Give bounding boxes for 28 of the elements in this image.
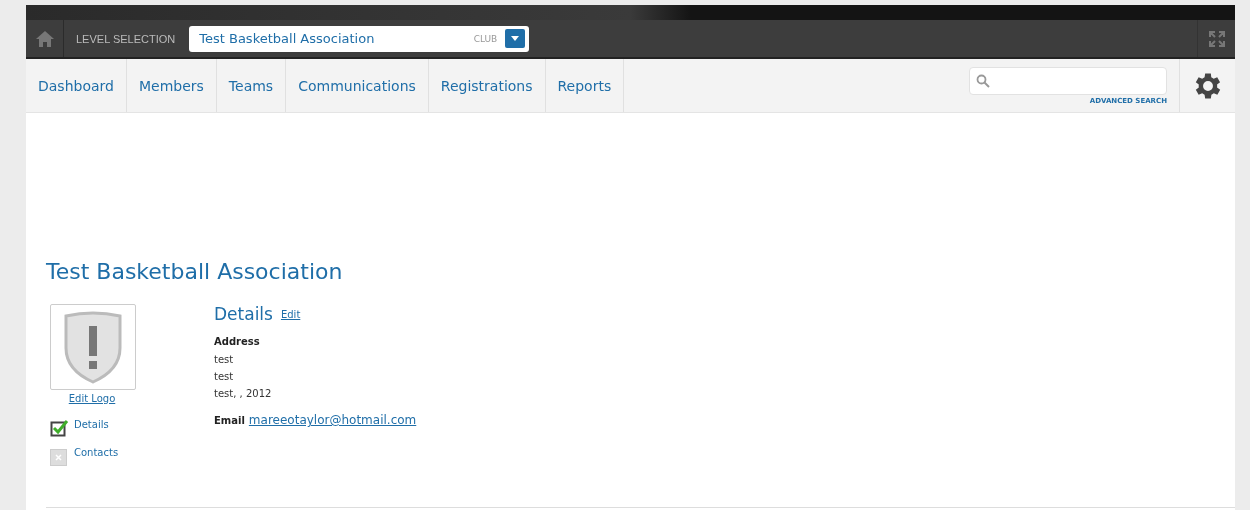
home-icon bbox=[34, 29, 55, 48]
shield-warning-icon bbox=[62, 310, 124, 384]
nav-tab[interactable]: Registrations bbox=[428, 59, 546, 112]
address-label: Address bbox=[214, 336, 261, 347]
nav-tab[interactable]: Members bbox=[126, 59, 217, 112]
level-select[interactable]: Test Basketball Association CLUB bbox=[189, 25, 530, 52]
edit-logo-link[interactable]: Edit Logo bbox=[68, 393, 116, 404]
checklist-item[interactable]: Details bbox=[74, 419, 109, 430]
nav-tab[interactable]: Communications bbox=[286, 59, 429, 112]
checklist-item[interactable]: Contacts bbox=[74, 447, 119, 458]
expand-icon bbox=[1207, 29, 1226, 48]
search-field[interactable] bbox=[969, 66, 1167, 95]
address-line: test bbox=[214, 354, 235, 365]
email-label: Email bbox=[214, 415, 245, 426]
address-line: test bbox=[214, 371, 235, 382]
dropdown-button[interactable] bbox=[505, 29, 526, 48]
nav-tab[interactable]: Dashboard bbox=[26, 59, 127, 112]
level-type-label: CLUB bbox=[473, 33, 498, 44]
caret-icon bbox=[511, 36, 520, 41]
edit-link[interactable]: Edit bbox=[280, 308, 301, 320]
nav-tab[interactable]: Teams bbox=[216, 59, 287, 112]
search-icon bbox=[976, 73, 990, 88]
page-title: Test Basketball Association bbox=[46, 259, 344, 284]
section-heading: Details bbox=[214, 304, 273, 324]
email-link[interactable]: mareeotaylor@hotmail.com bbox=[248, 413, 417, 427]
level-selection-label: LEVEL SELECTION bbox=[76, 32, 176, 45]
nav-tab[interactable]: Reports bbox=[545, 59, 625, 112]
address-line: test, , 2012 bbox=[214, 388, 273, 399]
